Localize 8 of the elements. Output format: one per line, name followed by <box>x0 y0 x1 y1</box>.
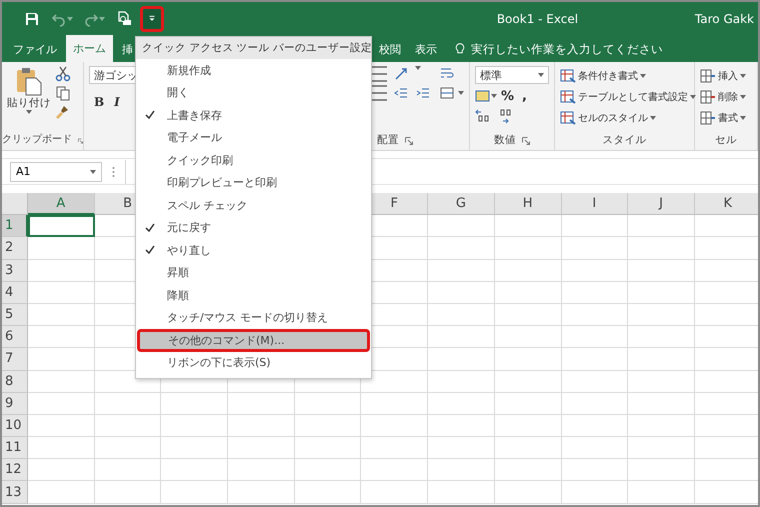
group-label: クリップボード <box>2 132 72 147</box>
group-label: 数値 <box>494 133 516 148</box>
group-label: スタイル <box>602 133 646 148</box>
group-label: セル <box>715 133 737 148</box>
window-title: Book1 - Excel <box>496 12 580 26</box>
group-label: 配置 <box>377 133 399 148</box>
menu-title: クイック アクセス ツール バーのユーザー設定 <box>136 37 371 59</box>
user-name: Taro Gakk <box>694 12 754 26</box>
